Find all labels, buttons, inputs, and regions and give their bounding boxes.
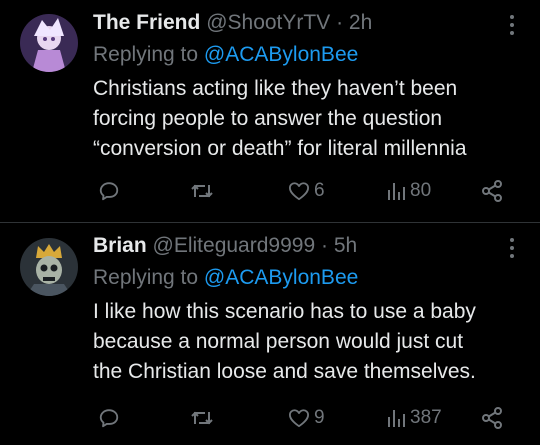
user-handle[interactable]: @Eliteguard9999 [153,234,316,257]
more-dots-icon[interactable] [509,14,515,36]
views-count: 387 [410,407,442,428]
reply-button[interactable] [98,403,120,433]
tweet-text-line: I like how this scenario has to use a ba… [93,300,476,323]
share-button[interactable] [480,176,504,206]
heart-icon [288,409,309,428]
tweet-text-line: “conversion or death” for literal millen… [93,137,467,160]
tweet-header: The Friend @ShootYrTV · 2h [93,10,372,36]
views-button[interactable]: 387 [386,403,442,433]
replying-to: Replying to @ACABylonBee [93,265,358,291]
like-count: 6 [314,180,325,201]
tweet-text-line: because a normal person would just cut [93,330,464,353]
reply-icon [99,182,119,201]
heart-icon [288,182,309,201]
tweet[interactable]: Brian @Eliteguard9999 · 5h Replying to @… [0,223,540,445]
replying-to-label: Replying to [93,266,204,289]
tweet-text-line: the Christian loose and save themselves. [93,360,476,383]
separator: · [336,11,344,34]
tweet[interactable]: The Friend @ShootYrTV · 2h Replying to @… [0,0,540,222]
views-chart-icon [388,410,405,427]
timestamp[interactable]: 2h [349,11,372,34]
reply-icon [99,409,119,428]
replying-to-label: Replying to [93,43,204,66]
views-button[interactable]: 80 [386,176,431,206]
share-icon [482,407,502,429]
action-bar: 9 387 [0,403,540,433]
share-icon [482,180,502,202]
retweet-button[interactable] [190,176,214,206]
tweet-text-line: Christians acting like they haven’t been [93,77,458,100]
reply-button[interactable] [98,176,120,206]
tweet-text-line: forcing people to answer the question [93,107,443,130]
views-count: 80 [410,180,432,201]
like-button[interactable]: 9 [288,403,325,433]
retweet-icon [191,411,213,425]
timestamp[interactable]: 5h [334,234,357,257]
views-chart-icon [388,183,405,200]
more-dots-icon[interactable] [509,237,515,259]
tweet-text: I like how this scenario has to use a ba… [93,297,533,387]
share-button[interactable] [480,403,504,433]
tweet-text: Christians acting like they haven’t been… [93,74,533,164]
avatar[interactable] [20,14,78,72]
display-name[interactable]: Brian [93,234,147,257]
tweet-header: Brian @Eliteguard9999 · 5h [93,233,357,259]
separator: · [320,234,328,257]
mention-link[interactable]: @ACABylonBee [204,266,358,289]
replying-to: Replying to @ACABylonBee [93,42,358,68]
like-count: 9 [314,407,325,428]
retweet-icon [191,184,213,198]
display-name[interactable]: The Friend [93,11,200,34]
mention-link[interactable]: @ACABylonBee [204,43,358,66]
action-bar: 6 80 [0,176,540,206]
retweet-button[interactable] [190,403,214,433]
avatar[interactable] [20,238,78,296]
user-handle[interactable]: @ShootYrTV [206,11,330,34]
like-button[interactable]: 6 [288,176,325,206]
